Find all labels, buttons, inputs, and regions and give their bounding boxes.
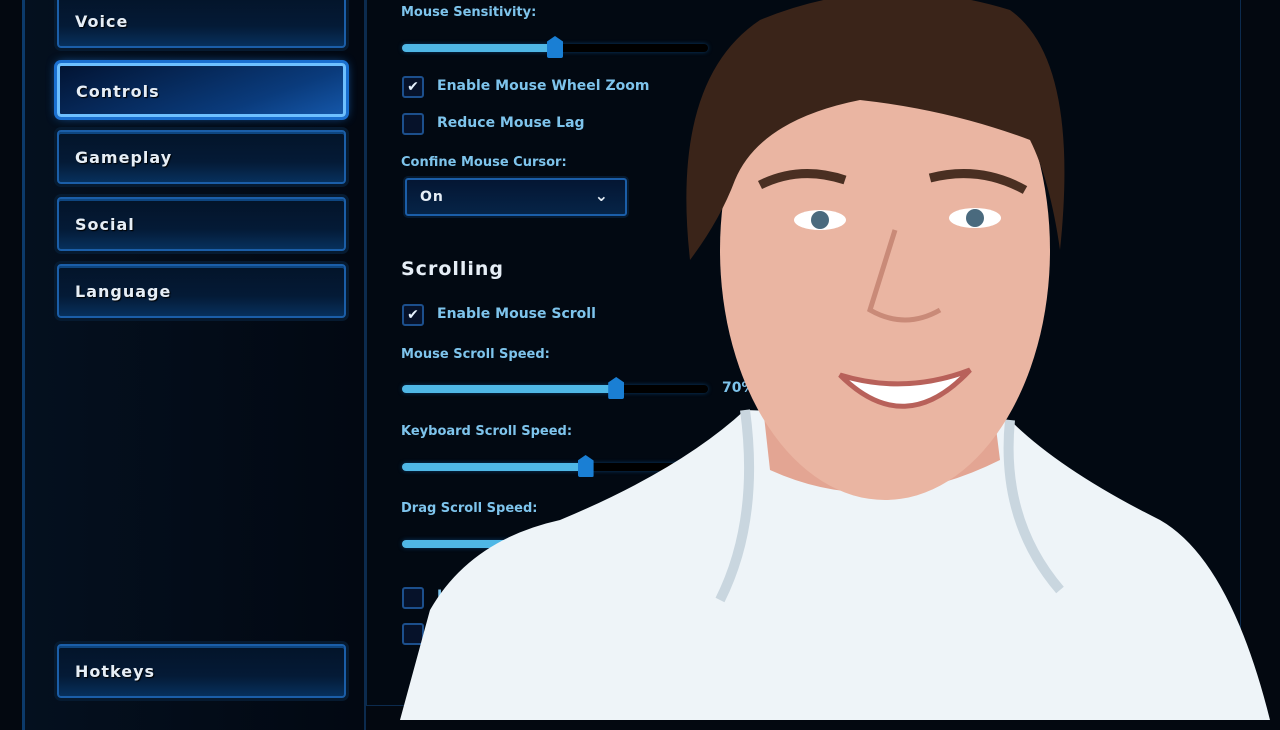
webcam-person-overlay — [400, 0, 1270, 720]
